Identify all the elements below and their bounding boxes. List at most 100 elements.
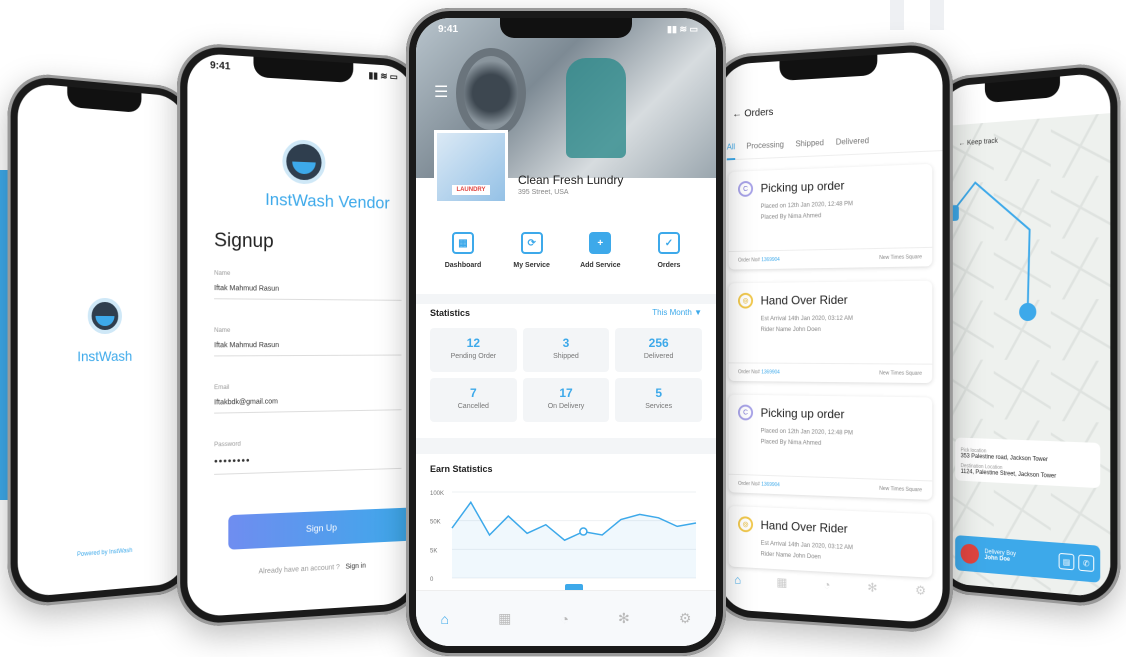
tab-all[interactable]: All (726, 142, 736, 161)
orders-tabs: All Processing Shipped Delivered (719, 132, 943, 161)
order-card[interactable]: ◎ Hand Over Rider Est Arrival 14th Jan 20… (728, 280, 933, 384)
bottom-nav: ⌂ ▦ ◔ ✻ ⚙ (734, 573, 926, 598)
menu-my-service[interactable]: ⟳ My Service (499, 232, 565, 269)
earn-chart-svg: 100K50K5K001020304050607 (430, 491, 700, 602)
calendar-icon[interactable]: ▦ (776, 575, 787, 589)
order-meta: Placed on 12th Jan 2020, 12:48 PM Placed… (761, 427, 922, 453)
store-badge: LAUNDRY (452, 185, 490, 195)
field-value: Iftak Mahmud Rasun (214, 342, 280, 350)
rider-pin-icon (1019, 302, 1037, 322)
email-field[interactable]: Email Iftakbdk@gmail.com (214, 382, 402, 414)
stat-card[interactable]: 7 Cancelled (430, 378, 517, 422)
background-bar (890, 0, 904, 30)
meta-value: John Doen (792, 327, 821, 334)
stat-card[interactable]: 12 Pending Order (430, 328, 517, 372)
vendor-brand: InstWash Vendor (265, 189, 390, 213)
order-card[interactable]: ◎ Hand Over Rider Est Arrival 14th Jan 20… (728, 505, 933, 578)
dashboard-screen: 9:41 ▮▮ ≋ ▭ ☰ LAUNDRY Clean Fresh Lundry… (416, 18, 716, 646)
meta-label: Placed on (760, 428, 787, 436)
stat-card[interactable]: 256 Delivered (615, 328, 702, 372)
stat-label: Services (645, 403, 673, 410)
stat-label: Pending Order (450, 353, 497, 360)
meta-value: John Doen (792, 553, 821, 561)
stat-card[interactable]: 17 On Delivery (522, 378, 610, 422)
message-icon[interactable]: ▤ (1058, 552, 1075, 571)
map[interactable] (938, 113, 1111, 599)
stat-card[interactable]: 3 Shipped (522, 328, 610, 372)
y-tick-label: 50K (430, 520, 441, 526)
store-address: 395 Street, USA (518, 189, 569, 196)
calendar-icon[interactable]: ▦ (498, 610, 511, 627)
signal-icon: ▮▮ ≋ ▭ (667, 24, 698, 34)
splash-screen: InstWash Powered by InstWash (17, 82, 188, 598)
order-footer: Order No# 1369904 New Times Square (728, 473, 933, 500)
tab-delivered[interactable]: Delivered (836, 136, 869, 147)
store-name: Clean Fresh Lundry (518, 173, 624, 187)
dashboard-icon: ▦ (452, 232, 474, 254)
stat-label: On Delivery (547, 403, 585, 410)
signup-button[interactable]: Sign Up (228, 507, 411, 550)
order-location: New Times Square (879, 485, 922, 494)
route-line (952, 180, 1030, 311)
stat-card[interactable]: 5 Services (615, 378, 702, 422)
settings-icon[interactable]: ⚙ (915, 583, 926, 598)
statistics-header: Statistics This Month ▼ (430, 308, 702, 318)
order-card[interactable]: C Picking up order Placed on 12th Jan 202… (728, 163, 933, 270)
y-tick-label: 100K (430, 491, 444, 497)
field-label: Email (214, 384, 230, 392)
chat-icon[interactable]: ◔ (823, 578, 830, 592)
signin-row: Already have an account ? Sign in (259, 563, 366, 576)
home-icon[interactable]: ⌂ (734, 573, 741, 587)
stat-label: Cancelled (457, 403, 489, 410)
app-name: InstWash (77, 347, 133, 365)
statistics-grid: 12 Pending Order 3 Shipped 256 Delivered 7 C… (430, 328, 702, 422)
name-field[interactable]: Name Iftak Mahmud Rasun (214, 270, 402, 301)
tab-shipped[interactable]: Shipped (795, 138, 823, 148)
order-card[interactable]: C Picking up order Placed on 12th Jan 202… (728, 394, 933, 500)
highlight-point (579, 527, 588, 536)
tab-processing[interactable]: Processing (746, 140, 784, 151)
add-icon: + (589, 232, 612, 254)
password-field[interactable]: Password •••••••• (214, 437, 402, 475)
search-icon[interactable]: ✻ (618, 610, 630, 627)
area-fill (452, 502, 696, 578)
hamburger-menu-icon[interactable]: ☰ (434, 82, 448, 102)
menu-orders[interactable]: ✓ Orders (636, 232, 702, 269)
period-dropdown[interactable]: This Month ▼ (652, 308, 702, 318)
rider-icon: ◎ (738, 292, 754, 309)
y-tick-label: 0 (430, 577, 434, 583)
order-meta: Placed on 12th Jan 2020, 12:48 PM Placed… (761, 197, 922, 224)
washer-image (456, 48, 526, 138)
stat-value: 5 (655, 386, 662, 400)
meta-label: Rider Name (760, 551, 792, 560)
menu-label: Dashboard (444, 262, 482, 269)
order-location: New Times Square (879, 370, 922, 377)
search-icon[interactable]: ✻ (867, 580, 877, 595)
stat-value: 7 (469, 386, 477, 400)
order-footer: Order No# 1369904 New Times Square (728, 362, 933, 384)
menu-add-service[interactable]: + Add Service (567, 232, 633, 269)
field-label: Name (214, 327, 231, 334)
page-title: ← Orders (732, 107, 774, 121)
settings-icon[interactable]: ⚙ (679, 610, 692, 627)
phone-tracking: ← Keep track Pick location 353 Palestine… (930, 60, 1121, 610)
home-icon[interactable]: ⌂ (441, 611, 449, 627)
pickup-icon: C (738, 180, 754, 198)
chat-icon[interactable]: ◔ (560, 611, 568, 627)
stat-value: 17 (559, 386, 573, 400)
field-value: •••••••• (214, 455, 251, 468)
name-field[interactable]: Name Iftak Mahmud Rasun (214, 327, 402, 357)
status-bar: 9:41 ▮▮ ≋ ▭ (438, 24, 698, 35)
order-location: New Times Square (879, 254, 922, 262)
order-label: Order No# (738, 480, 760, 488)
phone-icon[interactable]: ✆ (1078, 554, 1095, 573)
earn-chart[interactable]: 100K50K5K001020304050607 (430, 486, 702, 606)
signin-link[interactable]: Sign in (345, 563, 365, 571)
order-number: 1369904 (761, 256, 780, 264)
bottom-nav: ⌂ ▦ ◔ ✻ ⚙ (416, 590, 716, 646)
orders-screen: ← Orders All Processing Shipped Delivere… (719, 50, 943, 624)
order-footer: Order No# 1369904 New Times Square (728, 246, 933, 270)
menu-dashboard[interactable]: ▦ Dashboard (430, 232, 496, 269)
route-panel: Pick location 353 Palestine road, Jackso… (955, 437, 1101, 489)
stat-label: Shipped (553, 353, 579, 360)
